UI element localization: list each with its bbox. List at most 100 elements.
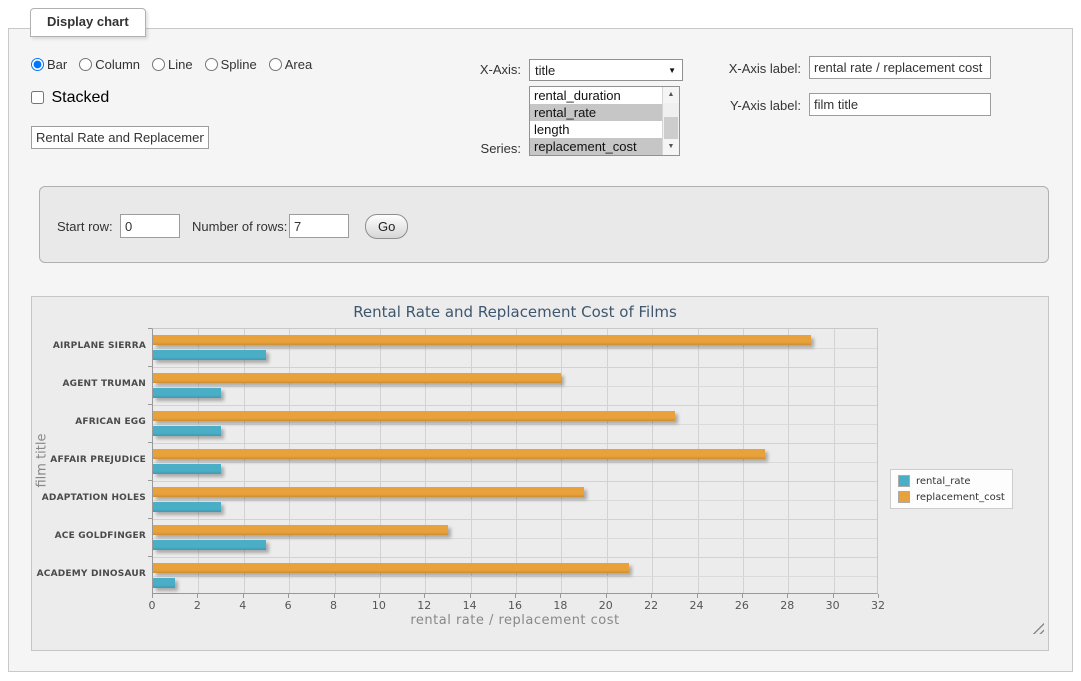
chart-type-option-line[interactable]: Line xyxy=(152,57,193,72)
legend-label: replacement_cost xyxy=(916,492,1005,503)
gridline-horizontal-mid xyxy=(153,500,877,501)
x-axis-select[interactable]: title ▼ xyxy=(529,59,683,81)
x-tick-mark xyxy=(152,594,153,598)
chart-type-radio-bar[interactable] xyxy=(31,58,44,71)
legend-label: rental_rate xyxy=(916,476,971,487)
x-tick-mark xyxy=(515,594,516,598)
bar-replacement_cost xyxy=(153,411,675,421)
series-list-scrollbar[interactable]: ▲ ▼ xyxy=(662,87,679,155)
bar-replacement_cost xyxy=(153,487,584,497)
x-tick-label: 4 xyxy=(228,599,258,612)
gridline-horizontal-mid xyxy=(153,538,877,539)
chart-type-radio-spline[interactable] xyxy=(205,58,218,71)
bar-rental_rate xyxy=(153,350,266,360)
gridline-vertical xyxy=(516,329,517,593)
category-label: AFFAIR PREJUDICE xyxy=(34,455,146,465)
start-row-input[interactable] xyxy=(120,214,180,238)
series-option-rental_rate[interactable]: rental_rate xyxy=(530,104,662,121)
chart-type-radio-line[interactable] xyxy=(152,58,165,71)
legend-item: rental_rate xyxy=(898,475,1005,487)
series-option-replacement_cost[interactable]: replacement_cost xyxy=(530,138,662,155)
bar-replacement_cost xyxy=(153,449,765,459)
bar-rental_rate xyxy=(153,502,221,512)
x-tick-label: 18 xyxy=(545,599,575,612)
x-tick-mark xyxy=(379,594,380,598)
display-chart-panel: BarColumnLineSplineArea Stacked X-Axis: … xyxy=(8,28,1073,672)
gridline-vertical xyxy=(335,329,336,593)
x-tick-label: 24 xyxy=(682,599,712,612)
gridline-vertical xyxy=(652,329,653,593)
scrollbar-up-arrow-icon[interactable]: ▲ xyxy=(663,87,679,103)
chart-type-option-spline[interactable]: Spline xyxy=(205,57,257,72)
chart-type-option-area[interactable]: Area xyxy=(269,57,312,72)
go-button[interactable]: Go xyxy=(365,214,408,239)
x-axis-label-caption: X-Axis label: xyxy=(721,61,801,76)
chart-resize-handle-icon[interactable] xyxy=(1032,622,1044,634)
stacked-checkbox-row: Stacked xyxy=(31,89,109,107)
chart-title: Rental Rate and Replacement Cost of Film… xyxy=(152,303,878,321)
chart-y-axis-title: film title xyxy=(35,401,50,521)
scrollbar-thumb[interactable] xyxy=(664,117,678,139)
gridline-horizontal-mid xyxy=(153,348,877,349)
display-chart-tab[interactable]: Display chart xyxy=(30,8,146,37)
x-tick-label: 20 xyxy=(591,599,621,612)
chart-title-input[interactable] xyxy=(31,126,209,149)
gridline-vertical xyxy=(561,329,562,593)
gridline-vertical xyxy=(425,329,426,593)
x-tick-mark xyxy=(606,594,607,598)
bar-rental_rate xyxy=(153,540,266,550)
chart-type-radio-area[interactable] xyxy=(269,58,282,71)
gridline-horizontal xyxy=(153,367,877,368)
category-label: AFRICAN EGG xyxy=(34,417,146,427)
category-label: ACE GOLDFINGER xyxy=(34,531,146,541)
x-tick-label: 14 xyxy=(455,599,485,612)
gridline-vertical xyxy=(607,329,608,593)
bar-replacement_cost xyxy=(153,373,561,383)
x-axis-selected-value: title xyxy=(535,63,555,78)
bar-rental_rate xyxy=(153,426,221,436)
bar-replacement_cost xyxy=(153,525,448,535)
gridline-vertical xyxy=(198,329,199,593)
chart-type-option-bar[interactable]: Bar xyxy=(31,57,67,72)
gridline-horizontal xyxy=(153,405,877,406)
gridline-horizontal-mid xyxy=(153,424,877,425)
x-tick-label: 22 xyxy=(636,599,666,612)
x-tick-mark xyxy=(243,594,244,598)
x-axis-label-input[interactable] xyxy=(809,56,991,79)
chart-type-radio-column[interactable] xyxy=(79,58,92,71)
start-row-label: Start row: xyxy=(57,219,113,234)
chart-type-radio-group: Bar Column Line Spline Area xyxy=(31,57,318,72)
bar-replacement_cost xyxy=(153,335,811,345)
category-label: ADAPTATION HOLES xyxy=(34,493,146,503)
legend-swatch-rental_rate xyxy=(898,475,910,487)
gridline-vertical xyxy=(471,329,472,593)
gridline-horizontal-mid xyxy=(153,576,877,577)
x-tick-mark xyxy=(560,594,561,598)
series-option-length[interactable]: length xyxy=(530,121,662,138)
scrollbar-down-arrow-icon[interactable]: ▼ xyxy=(663,139,679,155)
gridline-vertical xyxy=(788,329,789,593)
x-tick-mark xyxy=(697,594,698,598)
x-tick-label: 10 xyxy=(364,599,394,612)
category-label: ACADEMY DINOSAUR xyxy=(34,569,146,579)
x-tick-mark xyxy=(833,594,834,598)
chart-legend: rental_rate replacement_cost xyxy=(890,469,1013,509)
x-tick-label: 16 xyxy=(500,599,530,612)
x-axis-select-label: X-Axis: xyxy=(459,62,521,77)
gridline-vertical xyxy=(698,329,699,593)
bar-rental_rate xyxy=(153,464,221,474)
number-of-rows-input[interactable] xyxy=(289,214,349,238)
chart-type-option-column[interactable]: Column xyxy=(79,57,140,72)
gridline-vertical xyxy=(834,329,835,593)
series-option-rental_duration[interactable]: rental_duration xyxy=(530,87,662,104)
chart-plot-area xyxy=(152,328,878,594)
gridline-vertical xyxy=(743,329,744,593)
gridline-horizontal xyxy=(153,443,877,444)
legend-item: replacement_cost xyxy=(898,491,1005,503)
y-axis-label-input[interactable] xyxy=(809,93,991,116)
x-tick-label: 6 xyxy=(273,599,303,612)
series-multiselect[interactable]: rental_durationrental_ratelengthreplacem… xyxy=(529,86,680,156)
x-tick-mark xyxy=(742,594,743,598)
x-tick-mark xyxy=(651,594,652,598)
stacked-checkbox[interactable] xyxy=(31,91,44,104)
